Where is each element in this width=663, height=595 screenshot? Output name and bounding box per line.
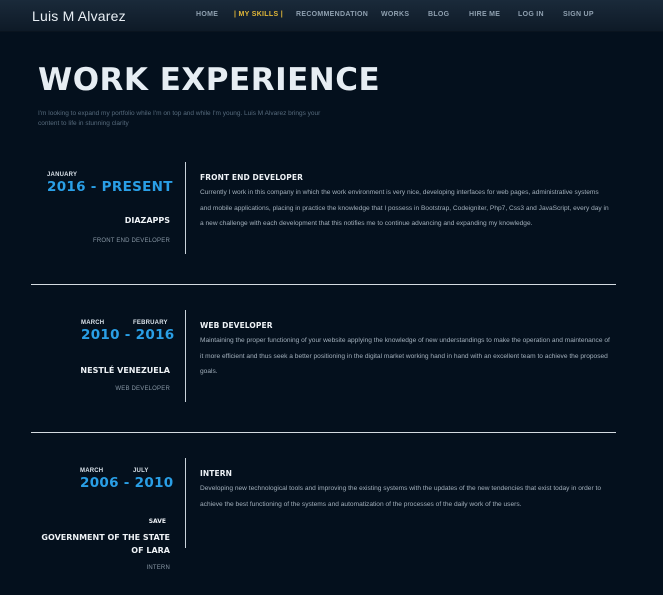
nav-separator-right: | [280,11,283,18]
nav-my-skills[interactable]: | MY SKILLS | [234,11,283,18]
job-title: INTERN [200,469,232,478]
page-title: WORK EXPERIENCE [38,62,381,98]
company-name: NESTLÉ VENEZUELA [80,366,170,375]
start-month: MARCH [81,320,105,326]
nav-recommendation[interactable]: RECOMMENDATION [296,11,368,18]
nav-log-in[interactable]: LOG IN [518,11,544,18]
start-month: JANUARY [47,172,78,178]
section-divider [31,432,616,433]
nav-blog[interactable]: BLOG [428,11,449,18]
nav-my-skills-label: MY SKILLS [238,11,279,18]
timeline-divider [185,162,186,254]
timeline-divider [185,458,186,548]
years-range: 2016 - PRESENT [47,179,173,195]
nav-works[interactable]: WORKS [381,11,409,18]
role-subtitle: FRONT END DEVELOPER [92,238,170,244]
job-description: Maintaining the proper functioning of yo… [200,337,610,375]
job-title: FRONT END DEVELOPER [200,173,303,182]
nav-home[interactable]: HOME [196,11,218,18]
role-subtitle: WEB DEVELOPER [115,386,170,392]
nav-hire-me[interactable]: HIRE ME [469,11,500,18]
job-title: WEB DEVELOPER [200,321,273,330]
role-subtitle: INTERN [146,565,170,571]
save-label: SAVE [148,518,166,525]
job-description: Currently I work in this company in whic… [200,189,609,227]
years-range: 2010 - 2016 [81,327,175,343]
company-name: DIAZAPPS [124,216,170,225]
start-month: MARCH [80,468,104,474]
job-description: Developing new technological tools and i… [200,485,601,508]
nav-separator-left: | [234,11,237,18]
years-range: 2006 - 2010 [80,475,174,491]
company-name-line-1: GOVERNMENT OF THE STATE [41,533,170,542]
end-month: JULY [133,468,149,474]
intro-text: I'm looking to expand my portfolio while… [38,110,321,127]
company-name-line-2: OF LARA [131,546,170,555]
nav-sign-up[interactable]: SIGN UP [563,11,594,18]
end-month: FEBRUARY [133,320,168,326]
section-divider [31,284,616,285]
brand-logo-text[interactable]: Luis M Alvarez [32,8,126,24]
top-navbar: Luis M Alvarez HOME | MY SKILLS | RECOMM… [0,0,663,32]
timeline-divider [185,310,186,402]
